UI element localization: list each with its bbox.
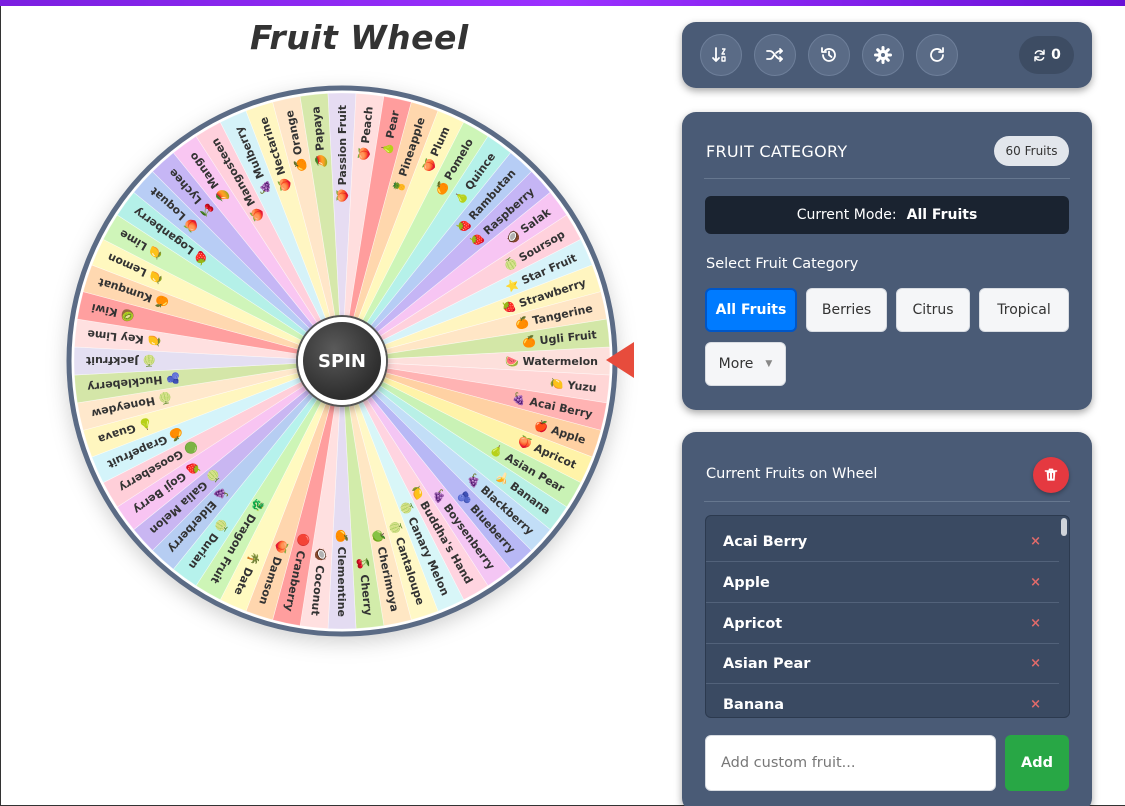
fruit-count-badge: 60 Fruits [994, 136, 1069, 166]
sync-icon [1034, 49, 1045, 61]
shuffle-button[interactable] [754, 34, 796, 76]
list-item: Banana × [706, 685, 1059, 717]
refresh-icon [930, 47, 944, 62]
mode-label: Current Mode: [796, 207, 897, 223]
wheel-label-text: 🍊 Clementine [335, 529, 348, 617]
fruit-wheel[interactable]: 🍉 Watermelon 🍋 Yuzu 🍇 Acai Berry 🍎 Apple 🍑 A… [62, 81, 622, 641]
list-item: Apricot × [706, 604, 1059, 644]
wheel-pointer [606, 342, 634, 378]
divider [704, 501, 1070, 502]
reset-button[interactable] [916, 34, 958, 76]
page-title: Fruit Wheel [250, 18, 469, 57]
list-item: Asian Pear × [706, 644, 1059, 684]
remove-item-button[interactable]: × [1030, 616, 1041, 631]
wheel-segment-label: 🍈 Jackfruit [86, 354, 156, 368]
category-berries-button[interactable]: Berries [806, 288, 887, 332]
current-mode-bar: Current Mode: All Fruits [705, 196, 1069, 234]
sort-button[interactable] [700, 34, 742, 76]
mode-value: All Fruits [906, 207, 978, 223]
fruit-name: Acai Berry [723, 533, 808, 550]
list-item: Apple × [706, 563, 1059, 603]
fruit-name: Apple [723, 574, 770, 591]
divider [704, 178, 1070, 179]
category-more-dropdown[interactable]: More ▼ [705, 342, 786, 386]
wheel-label-text: 🍑 Passion Fruit [336, 105, 349, 203]
trash-icon [1044, 468, 1058, 481]
history-icon [821, 47, 836, 62]
sort-icon [712, 47, 726, 62]
spin-count: 0 [1051, 47, 1061, 63]
category-title: FRUIT CATEGORY [706, 142, 848, 161]
wheel-label-text: 🍉 Watermelon [505, 355, 598, 368]
more-label: More [718, 356, 754, 372]
category-citrus-button[interactable]: Citrus [896, 288, 970, 332]
add-fruit-input[interactable] [705, 735, 996, 791]
wheel-segment-label: 🍊 Clementine [335, 529, 348, 617]
clear-all-button[interactable] [1033, 457, 1069, 493]
remove-item-button[interactable]: × [1030, 534, 1041, 549]
list-item: Acai Berry × [706, 522, 1059, 562]
history-button[interactable] [808, 34, 850, 76]
remove-item-button[interactable]: × [1030, 697, 1041, 712]
remove-item-button[interactable]: × [1030, 656, 1041, 671]
spin-button[interactable]: SPIN [298, 317, 386, 405]
current-fruits-title: Current Fruits on Wheel [706, 466, 878, 482]
spin-counter: 0 [1019, 36, 1074, 74]
current-fruits-panel: Current Fruits on Wheel Acai Berry × Appl… [682, 432, 1092, 806]
list-scrollbar[interactable] [1061, 518, 1067, 536]
remove-item-button[interactable]: × [1030, 575, 1041, 590]
category-tropical-button[interactable]: Tropical [979, 288, 1069, 332]
toolbar-panel: 0 [682, 22, 1092, 88]
category-all-fruits-button[interactable]: All Fruits [705, 288, 797, 332]
wheel-label-text: 🍈 Jackfruit [86, 354, 156, 368]
gear-icon [874, 46, 892, 64]
wheel-segment-label: 🍉 Watermelon [505, 355, 598, 368]
fruit-name: Apricot [723, 615, 783, 632]
fruit-name: Banana [723, 696, 785, 713]
select-category-label: Select Fruit Category [706, 256, 859, 272]
settings-button[interactable] [862, 34, 904, 76]
add-fruit-button[interactable]: Add [1005, 735, 1069, 791]
caret-down-icon: ▼ [765, 359, 773, 369]
wheel-segment-label: 🍑 Passion Fruit [336, 105, 349, 203]
shuffle-icon [766, 48, 783, 62]
category-panel: FRUIT CATEGORY 60 Fruits Current Mode: A… [682, 112, 1092, 410]
fruit-name: Asian Pear [723, 655, 811, 672]
fruit-list[interactable]: Acai Berry × Apple × Apricot × Asian Pear × … [705, 515, 1070, 718]
